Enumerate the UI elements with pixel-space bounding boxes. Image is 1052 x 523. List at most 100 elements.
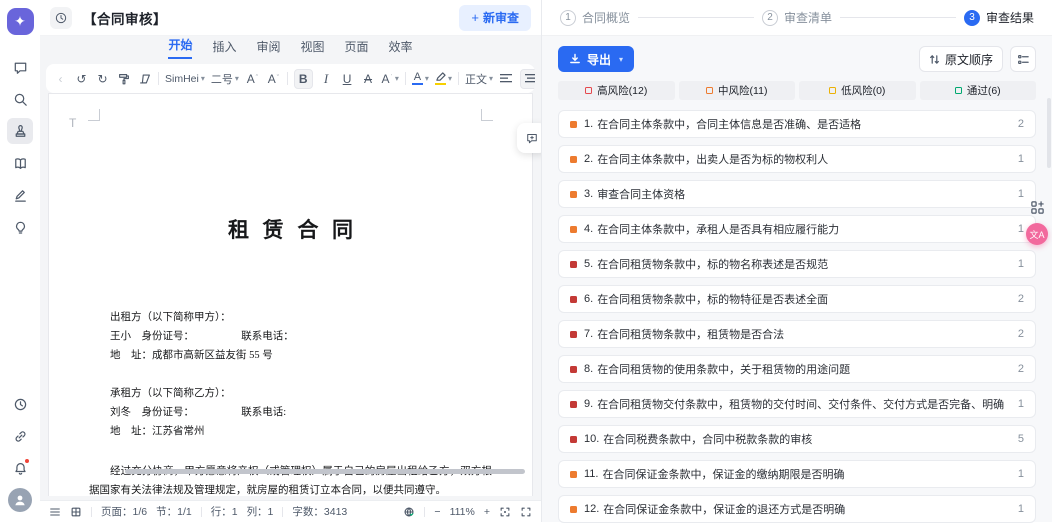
- review-stepper: 1 合同概览 2 审查清单 3 审查结果: [542, 0, 1052, 36]
- add-comment-button[interactable]: [517, 123, 541, 153]
- step-label: 审查清单: [784, 9, 832, 26]
- stamp-review-icon[interactable]: [7, 118, 33, 144]
- review-item[interactable]: 5. 在合同租赁物条款中，标的物名称表述是否规范 1: [558, 250, 1036, 278]
- step-number: 3: [964, 10, 980, 26]
- link-icon[interactable]: [7, 423, 33, 449]
- bold-icon[interactable]: B: [294, 69, 313, 89]
- text-effects-icon[interactable]: A˙▾: [382, 69, 399, 89]
- format-toolbar: ‹ ↺ ↻ SimHei▾ 二号▾ Aˆ Aˇ B I U A A˙▾ A▾ ▾…: [46, 64, 535, 93]
- document-page[interactable]: T 租赁合同 出租方（以下简称甲方）： 王小 身份证号： 联系电话： 地 址：成…: [48, 93, 533, 496]
- tab-insert[interactable]: 插入: [212, 38, 236, 59]
- review-item[interactable]: 4. 在合同主体条款中，承租人是否具有相应履行能力 1: [558, 215, 1036, 243]
- review-item-text: 在合同主体条款中，合同主体信息是否准确、是否适格: [597, 116, 861, 132]
- review-item-number: 6.: [584, 293, 593, 305]
- translate-button[interactable]: 文A: [1026, 223, 1048, 245]
- undo-icon[interactable]: ↺: [74, 69, 89, 89]
- status-section: 节：1/1: [156, 504, 192, 519]
- review-item[interactable]: 10. 在合同税费条款中，合同中税款条款的审核 5: [558, 425, 1036, 453]
- review-item-count: 1: [1010, 188, 1024, 200]
- collapse-left-icon[interactable]: ‹: [53, 69, 68, 89]
- divider: [424, 507, 425, 517]
- notification-bell-icon[interactable]: [7, 455, 33, 481]
- review-item[interactable]: 6. 在合同租赁物条款中，标的物特征是否表述全面 2: [558, 285, 1036, 313]
- contract-body: 出租方（以下简称甲方）： 王小 身份证号： 联系电话： 地 址：成都市高新区益友…: [49, 308, 532, 496]
- paragraph-style-select[interactable]: 正文▾: [465, 69, 493, 89]
- align-center-icon[interactable]: [520, 69, 535, 89]
- page-grid-icon[interactable]: [70, 506, 82, 518]
- widgets-grid-icon[interactable]: [1027, 197, 1047, 217]
- fullscreen-icon[interactable]: [520, 506, 532, 518]
- left-rail: ✦: [0, 0, 40, 522]
- export-button[interactable]: 导出 ▾: [558, 46, 634, 72]
- search-icon[interactable]: [7, 86, 33, 112]
- strikethrough-icon[interactable]: A: [361, 69, 376, 89]
- underline-icon[interactable]: U: [340, 69, 355, 89]
- tab-page[interactable]: 页面: [345, 38, 369, 59]
- review-item-text: 在合同租赁物条款中，标的物特征是否表述全面: [597, 291, 828, 307]
- filter-low-risk[interactable]: 低风险(0): [799, 81, 916, 100]
- signature-pen-icon[interactable]: [7, 182, 33, 208]
- zoom-level[interactable]: 111%: [450, 506, 475, 518]
- risk-bullet-icon: [570, 506, 577, 513]
- font-size-select[interactable]: 二号▾: [211, 69, 239, 89]
- vertical-scrollbar[interactable]: [1047, 98, 1051, 168]
- risk-bullet-icon: [570, 331, 577, 338]
- idea-bulb-icon[interactable]: [7, 214, 33, 240]
- filter-high-risk[interactable]: 高风险(12): [558, 81, 675, 100]
- filter-passed[interactable]: 通过(6): [920, 81, 1037, 100]
- recent-clock-icon[interactable]: [50, 7, 72, 29]
- italic-icon[interactable]: I: [319, 69, 334, 89]
- font-color-icon[interactable]: A▾: [412, 69, 429, 89]
- contract-title: 租赁合同: [49, 214, 532, 244]
- display-settings-button[interactable]: [1010, 46, 1036, 72]
- zoom-out-icon[interactable]: −: [434, 506, 440, 518]
- review-item[interactable]: 8. 在合同租赁物的使用条款中，关于租赁物的用途问题 2: [558, 355, 1036, 383]
- chat-icon[interactable]: [7, 54, 33, 80]
- step-number: 2: [762, 10, 778, 26]
- tab-efficiency[interactable]: 效率: [389, 38, 413, 59]
- history-clock-icon[interactable]: [7, 391, 33, 417]
- redo-icon[interactable]: ↻: [95, 69, 110, 89]
- spellcheck-globe-icon[interactable]: [403, 506, 415, 518]
- align-left-icon[interactable]: [499, 69, 514, 89]
- review-item[interactable]: 2. 在合同主体条款中，出卖人是否为标的物权利人 1: [558, 145, 1036, 173]
- clear-format-icon[interactable]: [137, 69, 152, 89]
- step-review-checklist[interactable]: 2 审查清单: [762, 9, 832, 26]
- sort-order-button[interactable]: 原文顺序: [919, 46, 1003, 72]
- step-review-results[interactable]: 3 审查结果: [964, 9, 1034, 26]
- risk-bullet-icon: [570, 436, 577, 443]
- medium-risk-icon: [706, 87, 713, 94]
- tab-view[interactable]: 视图: [301, 38, 325, 59]
- review-item-count: 2: [1010, 328, 1024, 340]
- decrease-font-icon[interactable]: Aˇ: [266, 69, 281, 89]
- format-painter-icon[interactable]: [116, 69, 131, 89]
- zoom-in-icon[interactable]: +: [484, 506, 490, 518]
- review-item-count: 1: [1010, 258, 1024, 270]
- new-review-button[interactable]: + 新审查: [459, 5, 531, 31]
- outline-list-icon[interactable]: [49, 506, 61, 518]
- review-item[interactable]: 9. 在合同租赁物交付条款中，租赁物的交付时间、交付条件、交付方式是否完备、明确…: [558, 390, 1036, 418]
- review-item-count: 1: [1010, 223, 1024, 235]
- font-name-select[interactable]: SimHei▾: [165, 69, 205, 89]
- library-icon[interactable]: [7, 150, 33, 176]
- filter-medium-risk[interactable]: 中风险(11): [679, 81, 796, 100]
- review-item[interactable]: 11. 在合同保证金条款中，保证金的缴纳期限是否明确 1: [558, 460, 1036, 488]
- horizontal-scrollbar[interactable]: [125, 469, 525, 474]
- filter-label: 高风险(12): [597, 83, 647, 98]
- review-item[interactable]: 7. 在合同租赁物条款中，租赁物是否合法 2: [558, 320, 1036, 348]
- tab-review[interactable]: 审阅: [256, 38, 280, 59]
- tab-start[interactable]: 开始: [168, 36, 192, 59]
- risk-bullet-icon: [570, 366, 577, 373]
- highlight-color-icon[interactable]: ▾: [435, 69, 452, 89]
- review-item-count: 1: [1010, 153, 1024, 165]
- increase-font-icon[interactable]: Aˆ: [245, 69, 260, 89]
- fit-page-icon[interactable]: [499, 506, 511, 518]
- review-item-number: 5.: [584, 258, 593, 270]
- app-logo-icon[interactable]: ✦: [7, 8, 34, 35]
- review-item[interactable]: 12. 在合同保证金条款中，保证金的退还方式是否明确 1: [558, 495, 1036, 523]
- user-avatar[interactable]: [8, 488, 32, 512]
- review-item[interactable]: 1. 在合同主体条款中，合同主体信息是否准确、是否适格 2: [558, 110, 1036, 138]
- review-item[interactable]: 3. 审查合同主体资格 1: [558, 180, 1036, 208]
- step-contract-overview[interactable]: 1 合同概览: [560, 9, 630, 26]
- divider: [91, 507, 92, 517]
